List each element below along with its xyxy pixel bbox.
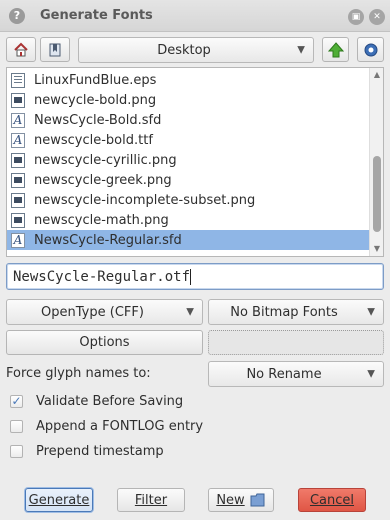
outline-format-value: OpenType (CFF) <box>41 304 144 320</box>
chevron-down-icon: ▼ <box>367 368 375 380</box>
file-name: newcycle-bold.png <box>34 92 157 108</box>
glyph-names-dropdown[interactable]: No Rename ▼ <box>208 361 384 387</box>
outline-format-dropdown[interactable]: OpenType (CFF) ▼ <box>6 299 203 325</box>
settings-button[interactable] <box>357 37 384 62</box>
app-icon: ? <box>9 8 25 24</box>
file-row[interactable]: newscycle-incomplete-subset.png <box>7 190 369 210</box>
filename-value: NewsCycle-Regular.otf <box>13 269 191 285</box>
file-row[interactable]: A NewsCycle-Regular.sfd <box>7 230 369 250</box>
chevron-down-icon: ▼ <box>186 306 194 318</box>
file-name: NewsCycle-Bold.sfd <box>34 112 162 128</box>
window-title: Generate Fonts <box>40 8 153 23</box>
chevron-down-icon: ▼ <box>367 306 375 318</box>
timestamp-checkbox[interactable] <box>10 445 23 458</box>
bookmark-icon <box>49 43 61 56</box>
home-button[interactable] <box>6 37 36 62</box>
file-list-scrollbar[interactable]: ▲ ▼ <box>369 68 383 256</box>
glyph-names-label: Force glyph names to: <box>6 366 151 381</box>
folder-icon <box>250 493 265 507</box>
image-file-icon <box>11 152 25 168</box>
bookmarks-button[interactable] <box>40 37 70 62</box>
new-label: New <box>216 492 245 508</box>
bitmap-format-value: No Bitmap Fonts <box>230 304 338 320</box>
checkmark-icon: ✓ <box>11 394 22 408</box>
file-row[interactable]: A NewsCycle-Bold.sfd <box>7 110 369 130</box>
location-value: Desktop <box>157 42 211 58</box>
location-dropdown[interactable]: Desktop ▼ <box>78 37 314 63</box>
font-file-icon: A <box>11 132 25 148</box>
cancel-label: Cancel <box>309 492 355 508</box>
document-icon <box>11 72 25 88</box>
chevron-down-icon: ▼ <box>297 44 305 56</box>
image-file-icon <box>11 192 25 208</box>
font-file-icon: A <box>11 112 25 128</box>
file-row[interactable]: newcycle-bold.png <box>7 90 369 110</box>
filter-button[interactable]: Filter <box>117 488 185 512</box>
scrollbar-thumb[interactable] <box>373 156 381 232</box>
title-bar: ? Generate Fonts ▣ ✕ <box>0 0 390 32</box>
generate-label: Generate <box>28 492 90 508</box>
file-name: newscycle-incomplete-subset.png <box>34 192 256 208</box>
file-name: NewsCycle-Regular.sfd <box>34 232 182 248</box>
image-file-icon <box>11 172 25 188</box>
file-name: newscycle-math.png <box>34 212 169 228</box>
gear-icon <box>364 43 377 56</box>
new-folder-button[interactable]: New <box>208 488 274 512</box>
file-row[interactable]: Anewscycle-bold.ttf <box>7 130 369 150</box>
file-row[interactable]: newscycle-greek.png <box>7 170 369 190</box>
scroll-down-icon[interactable]: ▼ <box>370 242 384 256</box>
home-icon <box>14 42 28 56</box>
timestamp-label: Prepend timestamp <box>36 444 164 459</box>
file-name: newscycle-bold.ttf <box>34 132 153 148</box>
file-row[interactable]: newscycle-math.png <box>7 210 369 230</box>
file-name: LinuxFundBlue.eps <box>34 72 157 88</box>
filter-label: Filter <box>134 492 168 508</box>
file-name: newscycle-greek.png <box>34 172 172 188</box>
file-row[interactable]: LinuxFundBlue.eps <box>7 70 369 90</box>
cancel-button[interactable]: Cancel <box>298 488 366 512</box>
options-button[interactable]: Options <box>6 330 203 355</box>
close-icon[interactable]: ✕ <box>369 9 385 25</box>
file-rows: LinuxFundBlue.eps newcycle-bold.png A NewsC… <box>7 70 369 250</box>
validate-checkbox[interactable]: ✓ <box>10 395 23 408</box>
file-name: newscycle-cyrillic.png <box>34 152 177 168</box>
generate-button[interactable]: Generate <box>25 488 93 512</box>
font-file-icon: A <box>11 232 25 248</box>
bitmap-format-dropdown[interactable]: No Bitmap Fonts ▼ <box>208 299 384 325</box>
text-caret <box>190 269 192 285</box>
file-list[interactable]: LinuxFundBlue.eps newcycle-bold.png A NewsC… <box>6 67 384 257</box>
fontlog-label: Append a FONTLOG entry <box>36 419 204 434</box>
validate-label: Validate Before Saving <box>36 394 184 409</box>
scroll-up-icon[interactable]: ▲ <box>370 68 384 82</box>
fontlog-checkbox[interactable] <box>10 420 23 433</box>
up-arrow-icon <box>327 41 344 57</box>
bitmap-sizes-field <box>208 330 384 355</box>
image-file-icon <box>11 212 25 228</box>
minimize-icon[interactable]: ▣ <box>348 9 364 25</box>
image-file-icon <box>11 92 25 108</box>
filename-input[interactable]: NewsCycle-Regular.otf <box>6 263 384 290</box>
glyph-names-value: No Rename <box>246 366 322 382</box>
parent-folder-button[interactable] <box>322 37 349 62</box>
file-row[interactable]: newscycle-cyrillic.png <box>7 150 369 170</box>
options-label: Options <box>79 335 130 350</box>
